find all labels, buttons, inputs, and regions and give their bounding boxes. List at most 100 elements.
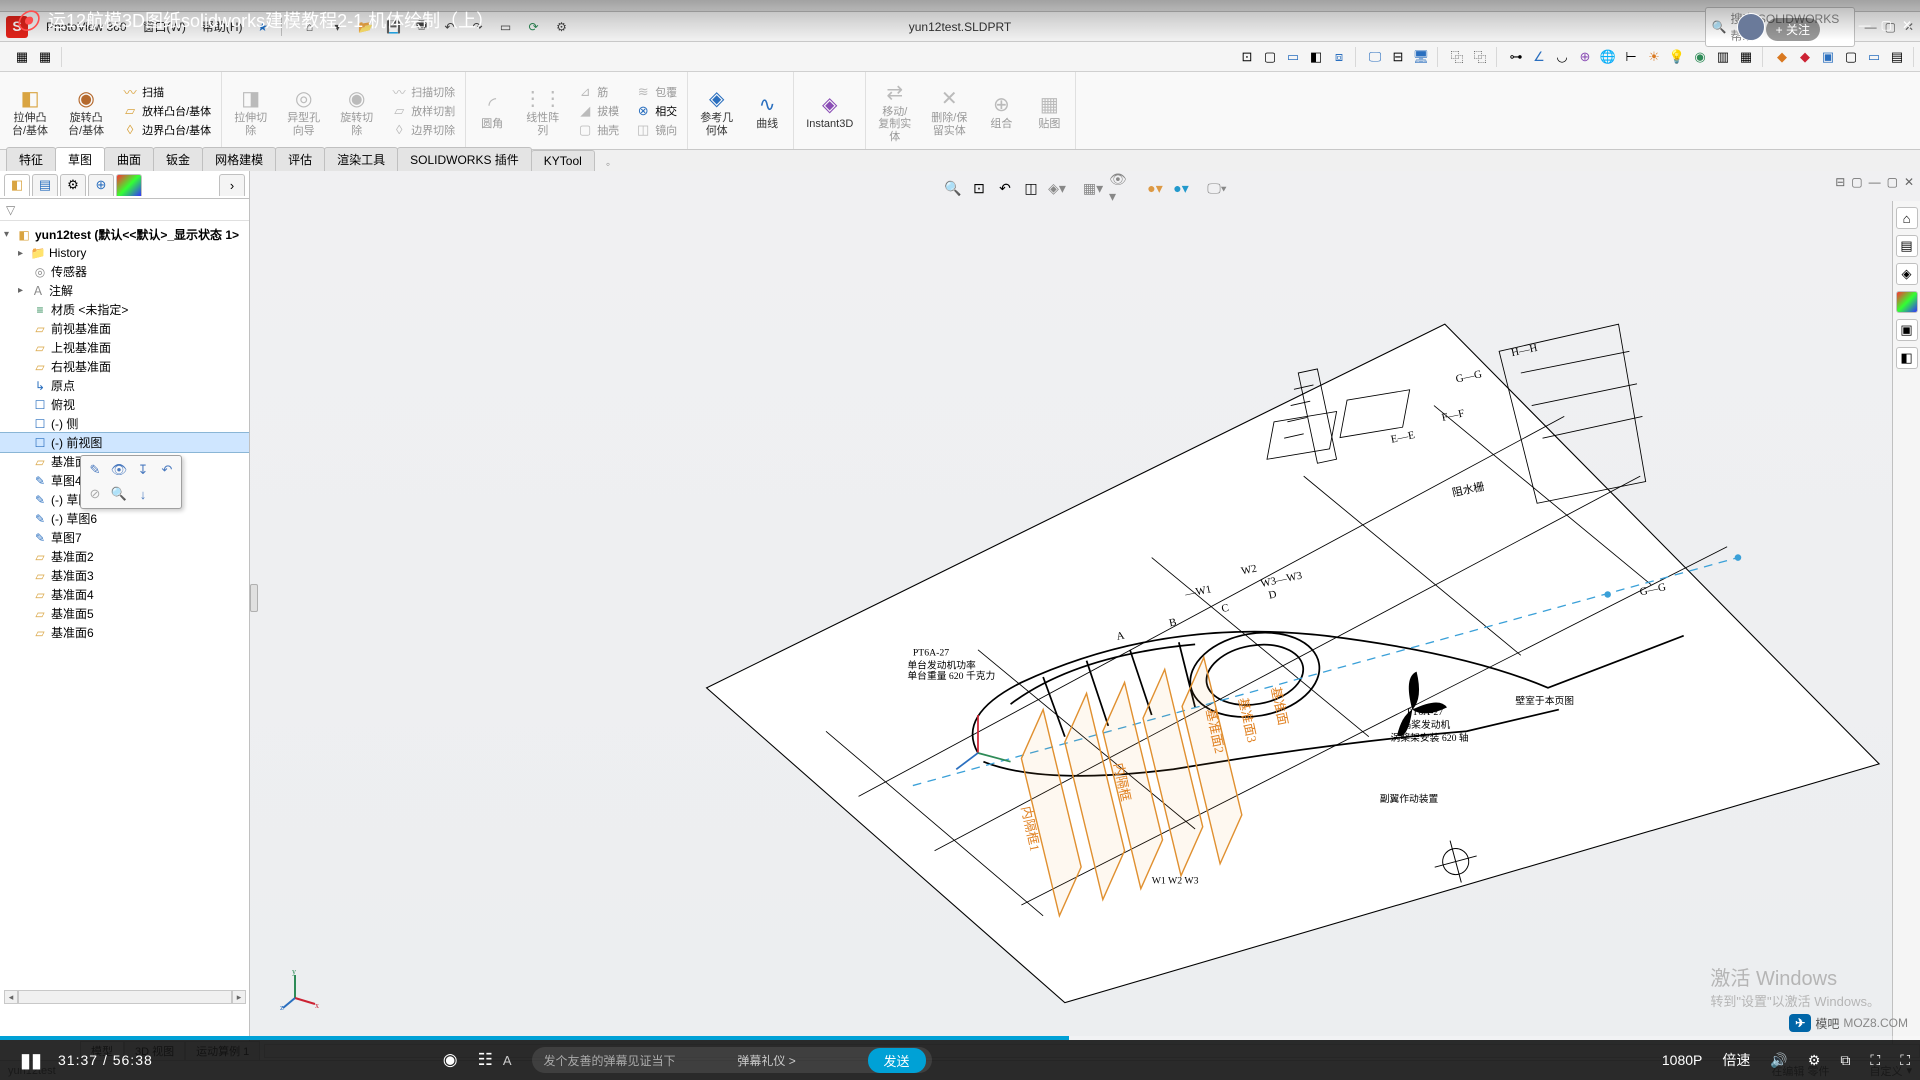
linear-pattern-button[interactable]: ⋮⋮线性阵 列 — [520, 82, 565, 138]
mt-zoom-icon[interactable]: 🔍 — [108, 483, 130, 505]
revolve-cut-button[interactable]: ◉旋转切 除 — [334, 82, 379, 138]
wide-icon[interactable]: ⛶ — [1870, 1052, 1880, 1069]
tab-sheetmetal[interactable]: 钣金 — [153, 147, 203, 171]
scroll-right-icon[interactable]: ▸ — [232, 990, 246, 1004]
dash-icon[interactable]: ⧈ — [1329, 47, 1349, 67]
wrap-button[interactable]: ≋包覆 — [631, 83, 681, 101]
revolve-boss-button[interactable]: ◉旋转凸 台/基体 — [62, 82, 110, 138]
zoom-area-icon[interactable]: ⊡ — [968, 177, 990, 199]
uploader-avatar[interactable] — [1737, 13, 1765, 41]
loft-boss-button[interactable]: ▱放样凸台/基体 — [118, 102, 215, 120]
section-icon[interactable]: ◫ — [1020, 177, 1042, 199]
rect2-icon[interactable]: ▢ — [1841, 47, 1861, 67]
tp-appearance-icon[interactable] — [1896, 291, 1918, 313]
tree-h-scrollbar[interactable]: ◂ ▸ — [4, 990, 246, 1004]
combine-button[interactable]: ⊕组合 — [981, 88, 1021, 132]
danmu-list-icon[interactable]: ◉ — [443, 1050, 458, 1070]
player-min-icon[interactable]: — — [1859, 18, 1871, 32]
tree-plane6[interactable]: ▱基准面6 — [0, 623, 249, 642]
seg-icon[interactable]: ⊢ — [1621, 47, 1641, 67]
tp-view-icon[interactable]: ◈ — [1896, 263, 1918, 285]
flag-icon[interactable]: ◉ — [1690, 47, 1710, 67]
prev-view-icon[interactable]: ↶ — [994, 177, 1016, 199]
view-orient-icon[interactable]: ◈▾ — [1046, 177, 1068, 199]
tree-sensors[interactable]: ◎传感器 — [0, 262, 249, 281]
tree-fushi[interactable]: ☐俯视 — [0, 395, 249, 414]
boundary-boss-button[interactable]: ◊边界凸台/基体 — [118, 121, 215, 139]
danmu-etiquette[interactable]: 弹幕礼仪 > — [737, 1052, 795, 1069]
tree-plane2[interactable]: ▱基准面2 — [0, 547, 249, 566]
grid-icon[interactable]: ▦ — [1736, 47, 1756, 67]
fm-tab-property-icon[interactable]: ▤ — [32, 174, 58, 196]
mt-edit-sketch-icon[interactable]: ✎ — [84, 459, 106, 481]
extrude-boss-button[interactable]: ◧拉伸凸 台/基体 — [6, 82, 54, 138]
intersect-button[interactable]: ⊗相交 — [631, 102, 681, 120]
settings-icon[interactable]: ⚙ — [1808, 1052, 1821, 1069]
warn-icon[interactable]: ◆ — [1795, 47, 1815, 67]
fillet-button[interactable]: ◜圆角 — [472, 88, 512, 132]
cube-icon[interactable]: ▣ — [1818, 47, 1838, 67]
mirror-button[interactable]: ◫镜向 — [631, 121, 681, 139]
paste-icon[interactable]: ⿻ — [1470, 47, 1490, 67]
danmu-input[interactable]: 发个友善的弹幕见证当下 弹幕礼仪 > 发送 — [532, 1047, 932, 1073]
tp-custom-icon[interactable]: ▣ — [1896, 319, 1918, 341]
tree-plane4[interactable]: ▱基准面4 — [0, 585, 249, 604]
pause-icon[interactable]: ▮▮ — [20, 1048, 42, 1073]
tree-origin[interactable]: ↳原点 — [0, 376, 249, 395]
boundary-cut-button[interactable]: ◊边界切除 — [387, 121, 459, 139]
mt-normal-to-icon[interactable]: ↧ — [132, 459, 154, 481]
panel-splitter[interactable] — [250, 171, 258, 1025]
rib-button[interactable]: ⊿筋 — [573, 83, 623, 101]
mt-undo-icon[interactable]: ↶ — [156, 459, 178, 481]
decal-button[interactable]: ▦贴图 — [1029, 88, 1069, 132]
tb-icon-1[interactable]: ▦ — [12, 47, 32, 67]
danmu-toggle-icon[interactable]: ☷ — [478, 1050, 493, 1070]
mt-show-icon[interactable]: 👁 — [108, 459, 130, 481]
sweep-button[interactable]: 〰扫描 — [118, 83, 215, 101]
tree-plane5[interactable]: ▱基准面5 — [0, 604, 249, 623]
tree-top-plane[interactable]: ▱上视基准面 — [0, 338, 249, 357]
fire-icon[interactable]: ◆ — [1772, 47, 1792, 67]
tp-library-icon[interactable]: ▤ — [1896, 235, 1918, 257]
sweep-cut-button[interactable]: 〰扫描切除 — [387, 83, 459, 101]
fm-tab-dim-icon[interactable]: ⊕ — [88, 174, 114, 196]
tree-material[interactable]: ≡材质 <未指定> — [0, 300, 249, 319]
instant3d-button[interactable]: ◈Instant3D — [800, 88, 859, 132]
vp-collapse-icon[interactable]: ⊟ — [1835, 175, 1845, 189]
tree-sketch-front-selected[interactable]: ☐(-) 前视图 — [0, 433, 249, 452]
scroll-left-icon[interactable]: ◂ — [4, 990, 18, 1004]
bulb-icon[interactable]: 💡 — [1667, 47, 1687, 67]
tree-annotations[interactable]: ▸Ａ注解 — [0, 281, 249, 300]
zoom-fit-icon[interactable]: 🔍 — [942, 177, 964, 199]
line-icon[interactable]: ⊡ — [1237, 47, 1257, 67]
draft-button[interactable]: ◢拔模 — [573, 102, 623, 120]
tp-forum-icon[interactable]: ◧ — [1896, 347, 1918, 369]
sun-icon[interactable]: ☀ — [1644, 47, 1664, 67]
arc-icon[interactable]: ◡ — [1552, 47, 1572, 67]
tree-sketch-ce[interactable]: ☐(-) 侧 — [0, 414, 249, 433]
tb-icon-2[interactable]: ▦ — [35, 47, 55, 67]
dim-icon[interactable]: ⊶ — [1506, 47, 1526, 67]
tree-root[interactable]: ▾◧yun12test (默认<<默认>_显示状态 1> — [0, 225, 249, 244]
fm-tab-config-icon[interactable]: ⚙ — [60, 174, 86, 196]
vp-maximize-icon[interactable]: ▢ — [1887, 175, 1898, 189]
tab-sketch[interactable]: 草图 — [55, 147, 105, 171]
curves-button[interactable]: ∿曲线 — [747, 88, 787, 132]
tree-history[interactable]: ▸📁History — [0, 244, 249, 262]
tree-plane3[interactable]: ▱基准面3 — [0, 566, 249, 585]
scene-icon[interactable]: ●▾ — [1170, 177, 1192, 199]
fm-tab-tree-icon[interactable]: ◧ — [4, 174, 30, 196]
graphics-viewport[interactable]: 🔍 ⊡ ↶ ◫ ◈▾ ▦▾ 👁▾ ●▾ ●▾ 🖵▾ ⊟ ▢ — ▢ ✕ — [250, 171, 1920, 1050]
player-close-icon[interactable]: ✕ — [1902, 18, 1912, 32]
tab-feature[interactable]: 特征 — [6, 147, 56, 171]
tree-sketch7[interactable]: ✎草图7 — [0, 528, 249, 547]
display-style-icon[interactable]: ▦▾ — [1082, 177, 1104, 199]
delete-body-button[interactable]: ✕删除/保 留实体 — [925, 82, 973, 138]
extrude-cut-button[interactable]: ◨拉伸切 除 — [228, 82, 273, 138]
angle-icon[interactable]: ∠ — [1529, 47, 1549, 67]
follow-button[interactable]: + 关注 — [1766, 18, 1820, 41]
player-max-icon[interactable]: ▢ — [1881, 18, 1892, 32]
globe-icon[interactable]: 🌐 — [1598, 47, 1618, 67]
hide-show-icon[interactable]: 👁▾ — [1108, 177, 1130, 199]
copy-icon[interactable]: ⿻ — [1447, 47, 1467, 67]
